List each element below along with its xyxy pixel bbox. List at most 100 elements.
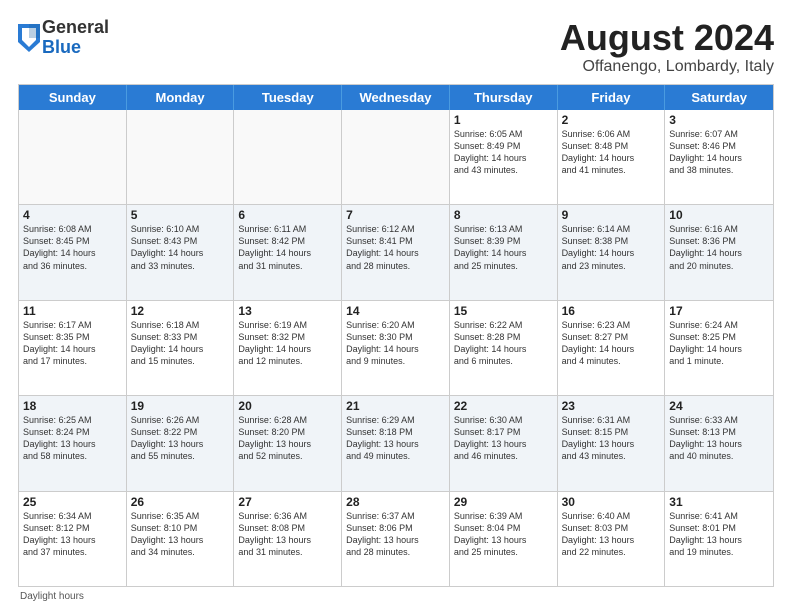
cal-row-1: 4Sunrise: 6:08 AM Sunset: 8:45 PM Daylig…	[19, 204, 773, 299]
day-number: 18	[23, 399, 122, 413]
title-block: August 2024 Offanengo, Lombardy, Italy	[560, 18, 774, 76]
cal-cell-day-22: 22Sunrise: 6:30 AM Sunset: 8:17 PM Dayli…	[450, 396, 558, 490]
day-info: Sunrise: 6:25 AM Sunset: 8:24 PM Dayligh…	[23, 414, 122, 463]
day-info: Sunrise: 6:26 AM Sunset: 8:22 PM Dayligh…	[131, 414, 230, 463]
cal-cell-day-13: 13Sunrise: 6:19 AM Sunset: 8:32 PM Dayli…	[234, 301, 342, 395]
day-info: Sunrise: 6:30 AM Sunset: 8:17 PM Dayligh…	[454, 414, 553, 463]
day-number: 29	[454, 495, 553, 509]
cal-header-monday: Monday	[127, 85, 235, 110]
day-number: 27	[238, 495, 337, 509]
cal-cell-day-15: 15Sunrise: 6:22 AM Sunset: 8:28 PM Dayli…	[450, 301, 558, 395]
day-info: Sunrise: 6:17 AM Sunset: 8:35 PM Dayligh…	[23, 319, 122, 368]
day-info: Sunrise: 6:33 AM Sunset: 8:13 PM Dayligh…	[669, 414, 769, 463]
day-number: 5	[131, 208, 230, 222]
day-number: 10	[669, 208, 769, 222]
day-number: 21	[346, 399, 445, 413]
cal-cell-day-5: 5Sunrise: 6:10 AM Sunset: 8:43 PM Daylig…	[127, 205, 235, 299]
cal-header-sunday: Sunday	[19, 85, 127, 110]
cal-cell-day-11: 11Sunrise: 6:17 AM Sunset: 8:35 PM Dayli…	[19, 301, 127, 395]
day-info: Sunrise: 6:40 AM Sunset: 8:03 PM Dayligh…	[562, 510, 661, 559]
cal-cell-day-31: 31Sunrise: 6:41 AM Sunset: 8:01 PM Dayli…	[665, 492, 773, 586]
day-number: 8	[454, 208, 553, 222]
cal-cell-day-16: 16Sunrise: 6:23 AM Sunset: 8:27 PM Dayli…	[558, 301, 666, 395]
day-info: Sunrise: 6:05 AM Sunset: 8:49 PM Dayligh…	[454, 128, 553, 177]
day-info: Sunrise: 6:08 AM Sunset: 8:45 PM Dayligh…	[23, 223, 122, 272]
cal-row-0: 1Sunrise: 6:05 AM Sunset: 8:49 PM Daylig…	[19, 110, 773, 204]
day-number: 25	[23, 495, 122, 509]
day-info: Sunrise: 6:35 AM Sunset: 8:10 PM Dayligh…	[131, 510, 230, 559]
cal-cell-day-28: 28Sunrise: 6:37 AM Sunset: 8:06 PM Dayli…	[342, 492, 450, 586]
day-number: 4	[23, 208, 122, 222]
day-number: 22	[454, 399, 553, 413]
cal-cell-day-18: 18Sunrise: 6:25 AM Sunset: 8:24 PM Dayli…	[19, 396, 127, 490]
day-info: Sunrise: 6:07 AM Sunset: 8:46 PM Dayligh…	[669, 128, 769, 177]
day-info: Sunrise: 6:39 AM Sunset: 8:04 PM Dayligh…	[454, 510, 553, 559]
cal-cell-day-7: 7Sunrise: 6:12 AM Sunset: 8:41 PM Daylig…	[342, 205, 450, 299]
day-number: 15	[454, 304, 553, 318]
day-number: 6	[238, 208, 337, 222]
cal-cell-empty-0-3	[342, 110, 450, 204]
day-info: Sunrise: 6:41 AM Sunset: 8:01 PM Dayligh…	[669, 510, 769, 559]
cal-cell-day-6: 6Sunrise: 6:11 AM Sunset: 8:42 PM Daylig…	[234, 205, 342, 299]
day-info: Sunrise: 6:28 AM Sunset: 8:20 PM Dayligh…	[238, 414, 337, 463]
cal-cell-day-25: 25Sunrise: 6:34 AM Sunset: 8:12 PM Dayli…	[19, 492, 127, 586]
calendar-header-row: SundayMondayTuesdayWednesdayThursdayFrid…	[19, 85, 773, 110]
day-number: 19	[131, 399, 230, 413]
cal-cell-day-26: 26Sunrise: 6:35 AM Sunset: 8:10 PM Dayli…	[127, 492, 235, 586]
footer-note: Daylight hours	[18, 591, 774, 602]
cal-header-saturday: Saturday	[665, 85, 773, 110]
cal-row-4: 25Sunrise: 6:34 AM Sunset: 8:12 PM Dayli…	[19, 491, 773, 586]
logo-text: General Blue	[42, 18, 109, 58]
day-info: Sunrise: 6:13 AM Sunset: 8:39 PM Dayligh…	[454, 223, 553, 272]
day-info: Sunrise: 6:24 AM Sunset: 8:25 PM Dayligh…	[669, 319, 769, 368]
cal-cell-empty-0-2	[234, 110, 342, 204]
day-info: Sunrise: 6:16 AM Sunset: 8:36 PM Dayligh…	[669, 223, 769, 272]
logo-general-text: General	[42, 18, 109, 38]
day-number: 2	[562, 113, 661, 127]
day-number: 17	[669, 304, 769, 318]
cal-cell-day-2: 2Sunrise: 6:06 AM Sunset: 8:48 PM Daylig…	[558, 110, 666, 204]
month-title: August 2024	[560, 18, 774, 58]
day-info: Sunrise: 6:34 AM Sunset: 8:12 PM Dayligh…	[23, 510, 122, 559]
cal-header-tuesday: Tuesday	[234, 85, 342, 110]
cal-cell-day-27: 27Sunrise: 6:36 AM Sunset: 8:08 PM Dayli…	[234, 492, 342, 586]
cal-cell-day-29: 29Sunrise: 6:39 AM Sunset: 8:04 PM Dayli…	[450, 492, 558, 586]
cal-cell-day-24: 24Sunrise: 6:33 AM Sunset: 8:13 PM Dayli…	[665, 396, 773, 490]
cal-cell-day-8: 8Sunrise: 6:13 AM Sunset: 8:39 PM Daylig…	[450, 205, 558, 299]
day-info: Sunrise: 6:31 AM Sunset: 8:15 PM Dayligh…	[562, 414, 661, 463]
cal-cell-empty-0-0	[19, 110, 127, 204]
day-number: 24	[669, 399, 769, 413]
day-number: 23	[562, 399, 661, 413]
day-number: 11	[23, 304, 122, 318]
day-info: Sunrise: 6:37 AM Sunset: 8:06 PM Dayligh…	[346, 510, 445, 559]
day-number: 13	[238, 304, 337, 318]
day-info: Sunrise: 6:10 AM Sunset: 8:43 PM Dayligh…	[131, 223, 230, 272]
day-info: Sunrise: 6:06 AM Sunset: 8:48 PM Dayligh…	[562, 128, 661, 177]
day-number: 9	[562, 208, 661, 222]
logo: General Blue	[18, 18, 109, 58]
day-info: Sunrise: 6:19 AM Sunset: 8:32 PM Dayligh…	[238, 319, 337, 368]
logo-icon	[18, 24, 40, 52]
cal-header-wednesday: Wednesday	[342, 85, 450, 110]
page: General Blue August 2024 Offanengo, Lomb…	[0, 0, 792, 612]
day-number: 20	[238, 399, 337, 413]
cal-cell-day-12: 12Sunrise: 6:18 AM Sunset: 8:33 PM Dayli…	[127, 301, 235, 395]
day-number: 1	[454, 113, 553, 127]
header: General Blue August 2024 Offanengo, Lomb…	[18, 18, 774, 76]
cal-cell-day-30: 30Sunrise: 6:40 AM Sunset: 8:03 PM Dayli…	[558, 492, 666, 586]
logo-blue-text: Blue	[42, 38, 109, 58]
cal-cell-day-14: 14Sunrise: 6:20 AM Sunset: 8:30 PM Dayli…	[342, 301, 450, 395]
day-info: Sunrise: 6:29 AM Sunset: 8:18 PM Dayligh…	[346, 414, 445, 463]
cal-cell-day-21: 21Sunrise: 6:29 AM Sunset: 8:18 PM Dayli…	[342, 396, 450, 490]
cal-row-3: 18Sunrise: 6:25 AM Sunset: 8:24 PM Dayli…	[19, 395, 773, 490]
calendar: SundayMondayTuesdayWednesdayThursdayFrid…	[18, 84, 774, 587]
cal-header-friday: Friday	[558, 85, 666, 110]
day-info: Sunrise: 6:12 AM Sunset: 8:41 PM Dayligh…	[346, 223, 445, 272]
cal-cell-day-3: 3Sunrise: 6:07 AM Sunset: 8:46 PM Daylig…	[665, 110, 773, 204]
cal-cell-day-1: 1Sunrise: 6:05 AM Sunset: 8:49 PM Daylig…	[450, 110, 558, 204]
cal-cell-empty-0-1	[127, 110, 235, 204]
day-info: Sunrise: 6:36 AM Sunset: 8:08 PM Dayligh…	[238, 510, 337, 559]
day-info: Sunrise: 6:18 AM Sunset: 8:33 PM Dayligh…	[131, 319, 230, 368]
cal-cell-day-10: 10Sunrise: 6:16 AM Sunset: 8:36 PM Dayli…	[665, 205, 773, 299]
day-number: 26	[131, 495, 230, 509]
